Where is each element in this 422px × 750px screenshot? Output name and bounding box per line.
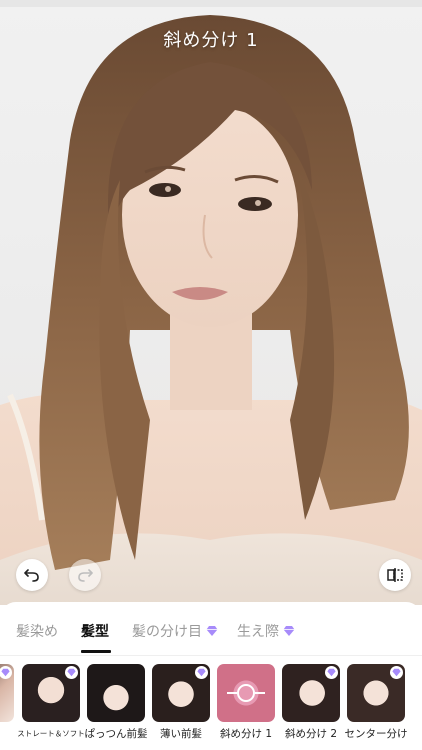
style-label: センター分け <box>344 728 408 740</box>
style-label: 斜め分け 1 <box>219 728 273 740</box>
tab-label: 生え際 <box>237 624 279 640</box>
style-item-blunt-bangs[interactable]: ぱっつん前髪 <box>85 664 148 741</box>
style-thumbnail <box>347 664 405 722</box>
premium-gem-icon <box>327 668 336 677</box>
edit-panel: 髪染め 髪型 髪の分け目 生え際 ストレート＆ソフト ぱっつん前髪 薄い前髪 斜… <box>0 602 422 750</box>
compare-icon <box>387 568 403 582</box>
style-item-side-part-2[interactable]: 斜め分け 2 <box>282 664 340 741</box>
style-item-side-part-1[interactable]: 斜め分け 1 <box>217 664 275 741</box>
photo-canvas[interactable]: 斜め分け 1 <box>0 0 422 605</box>
compare-button[interactable] <box>379 559 411 591</box>
premium-gem-icon <box>1 668 10 677</box>
tab-label: 髪染め <box>16 624 58 640</box>
tab-hair-part[interactable]: 髪の分け目 <box>132 621 218 641</box>
premium-badge <box>390 666 403 679</box>
tab-hair-color[interactable]: 髪染め <box>16 621 58 641</box>
redo-icon <box>78 569 93 582</box>
style-item-center-part[interactable]: センター分け <box>345 664 408 741</box>
style-item-straight-soft[interactable]: ストレート＆ソフト <box>17 664 85 739</box>
style-label: ストレート＆ソフト <box>17 729 85 738</box>
style-thumbnail <box>22 664 80 722</box>
premium-badge <box>325 666 338 679</box>
selected-adjust-icon <box>227 684 265 702</box>
premium-gem-icon <box>283 626 295 636</box>
premium-badge <box>65 666 78 679</box>
style-label: 斜め分け 2 <box>284 728 338 740</box>
style-thumbnail <box>152 664 210 722</box>
tab-hairline[interactable]: 生え際 <box>237 621 295 641</box>
style-thumbnail <box>282 664 340 722</box>
style-item-thin-bangs[interactable]: 薄い前髪 <box>152 664 210 741</box>
tab-label: 髪の分け目 <box>132 624 202 640</box>
premium-gem-icon <box>197 668 206 677</box>
style-label: 薄い前髪 <box>160 728 202 740</box>
undo-icon <box>24 569 39 582</box>
active-tab-indicator <box>81 650 111 653</box>
hair-editor-screen: 斜め分け 1 髪染め 髪型 髪の分け目 生え際 ストレート＆ソフト ぱっつん前髪… <box>0 0 422 750</box>
tab-label: 髪型 <box>81 624 109 640</box>
portrait-image <box>0 15 422 605</box>
undo-button[interactable] <box>16 559 48 591</box>
style-label: ぱっつん前髪 <box>84 728 148 740</box>
premium-gem-icon <box>67 668 76 677</box>
premium-gem-icon <box>392 668 401 677</box>
category-tabs: 髪染め 髪型 髪の分け目 生え際 <box>0 602 422 653</box>
style-thumbnail <box>87 664 145 722</box>
premium-gem-icon <box>206 626 218 636</box>
tabs-divider <box>0 655 422 656</box>
tab-hairstyle[interactable]: 髪型 <box>81 621 109 641</box>
style-thumbnail-selected <box>217 664 275 722</box>
current-style-title: 斜め分け 1 <box>163 30 259 51</box>
hairstyle-list[interactable]: ストレート＆ソフト ぱっつん前髪 薄い前髪 斜め分け 1 斜め分け 2 センター… <box>0 664 422 744</box>
style-item[interactable] <box>0 664 14 722</box>
premium-badge <box>195 666 208 679</box>
redo-button[interactable] <box>69 559 101 591</box>
style-thumbnail <box>0 664 14 722</box>
